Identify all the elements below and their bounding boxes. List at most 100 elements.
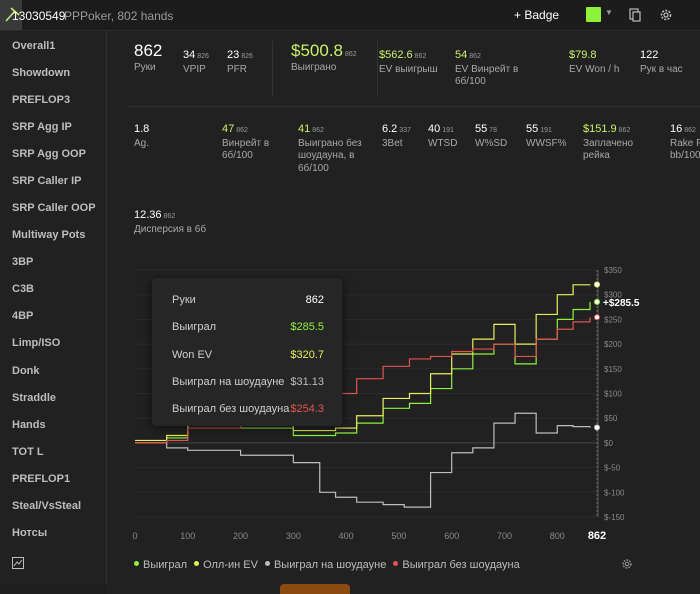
tooltip-row: Won EV $320.7: [172, 349, 324, 361]
stat-count: 826: [197, 53, 209, 60]
tooltip-row: Выиграл без шоудауна $254.3: [172, 403, 324, 415]
legend-dot: [264, 561, 270, 566]
top-bar: 13030549 PPPoker, 802 hands + Badge ▼: [0, 0, 700, 31]
tooltip-label: Выиграл без шоудауна: [172, 403, 290, 415]
stat-value: 55: [526, 123, 539, 135]
sidebar-item[interactable]: Hands: [12, 419, 46, 431]
legend-dot: [194, 561, 200, 566]
stat-count: 862: [618, 127, 631, 134]
stat-cell: 34 826 VPIP: [183, 49, 209, 76]
stat-cell: 54 862 EV Винрейт в 6б/100: [455, 49, 530, 89]
tooltip-value: $285.5: [290, 321, 324, 333]
sidebar-item[interactable]: TOT L: [12, 446, 44, 458]
stat-value: 34: [183, 49, 196, 61]
stat-label: EV Винрейт в 6б/100: [455, 63, 519, 88]
sidebar-item[interactable]: PREFLOP3: [12, 94, 70, 106]
chart-legend: Выиграл Олл-ин EV Выиграл на шоудауне Выигр…: [134, 559, 527, 573]
sidebar-item[interactable]: Multiway Pots: [12, 229, 85, 241]
stat-cell: 55 191 WWSF%: [526, 123, 571, 150]
sidebar-item[interactable]: C3B: [12, 283, 34, 295]
player-id: 13030549: [12, 9, 66, 23]
sidebar-item[interactable]: Overall1: [12, 40, 55, 52]
stat-count: 862: [163, 213, 176, 220]
stat-count: 862: [414, 53, 427, 60]
stat-cell: $562.6 862 EV выигрыш: [379, 49, 438, 76]
stat-cell: 16 862 Rake P bb/100: [670, 123, 700, 163]
sidebar-item[interactable]: SRP Caller OOP: [12, 202, 96, 214]
player-subtitle: PPPoker, 802 hands: [64, 9, 174, 23]
sidebar-item[interactable]: Straddle: [12, 392, 56, 404]
stat-cell: 41 862 Выиграно без шоудауна, в 6б/100: [298, 123, 368, 175]
sidebar-item[interactable]: Showdown: [12, 67, 70, 79]
stat-value: 40: [428, 123, 441, 135]
legend-dot: [393, 561, 399, 566]
stat-count: 78: [489, 127, 498, 134]
stat-cell: 6.2 337 3Bet: [382, 123, 427, 150]
tooltip-label: Выиграл: [172, 321, 217, 333]
legend-label: Выиграл: [143, 559, 188, 571]
stat-value: 41: [298, 123, 311, 135]
stat-count: 826: [241, 53, 253, 60]
sidebar-item[interactable]: PREFLOP1: [12, 473, 70, 485]
stat-value: 16: [670, 123, 683, 135]
legend-label: Выиграл без шоудауна: [402, 559, 520, 571]
stat-value: 12.36: [134, 209, 162, 221]
gear-icon[interactable]: [658, 7, 674, 23]
stat-label: Ag.: [134, 137, 150, 149]
stat-label: W%SD: [475, 137, 508, 149]
stat-cell: 47 862 Винрейт в 6б/100: [222, 123, 284, 163]
stat-cell: 862 Руки: [134, 42, 164, 74]
sidebar: Overall1 Showdown PREFLOP3 SRP Agg IP SRP Ag…: [0, 31, 107, 584]
divider: [127, 106, 700, 107]
sidebar-item[interactable]: 4BP: [12, 310, 33, 322]
tooltip-label: Выиграл на шоудауне: [172, 376, 285, 388]
stat-cell: $151.9 862 Заплачено рейка: [583, 123, 645, 163]
sidebar-item[interactable]: Limp/ISO: [12, 337, 60, 349]
stat-value: 54: [455, 49, 468, 61]
legend-label: Выиграл на шоудауне: [273, 559, 387, 571]
stat-count: 862: [236, 127, 248, 134]
add-badge-button[interactable]: + Badge: [514, 8, 559, 22]
image-icon[interactable]: [12, 557, 24, 569]
color-swatch[interactable]: [586, 7, 601, 22]
chevron-down-icon[interactable]: ▼: [605, 8, 613, 17]
stat-count: 191: [540, 127, 552, 134]
legend-item[interactable]: Олл-ин EV: [194, 559, 258, 571]
stat-label: WWSF%: [526, 137, 567, 149]
tooltip-label: Руки: [172, 294, 196, 306]
stat-label: Выиграно без шоудауна, в 6б/100: [298, 137, 362, 174]
stat-count: 862: [469, 53, 481, 60]
stat-label: EV Won / h: [569, 63, 620, 75]
stat-value: 47: [222, 123, 235, 135]
stat-value: 122: [640, 49, 659, 61]
legend-item[interactable]: Выиграл: [134, 559, 187, 571]
stat-value: $151.9: [583, 123, 617, 135]
stat-count: 862: [684, 127, 696, 134]
sidebar-item[interactable]: SRP Caller IP: [12, 175, 82, 187]
legend-item[interactable]: Выиграл без шоудауна: [393, 559, 520, 571]
tooltip-value: 862: [305, 294, 324, 306]
stat-count: 191: [442, 127, 454, 134]
gear-icon[interactable]: [620, 557, 634, 571]
stat-label: WTSD: [428, 137, 458, 149]
sidebar-item[interactable]: SRP Agg IP: [12, 121, 72, 133]
sidebar-item[interactable]: Нотсы: [12, 527, 47, 539]
stat-label: VPIP: [183, 63, 206, 75]
legend-item[interactable]: Выиграл на шоудауне: [264, 559, 387, 571]
stat-cell: $79.8 EV Won / h: [569, 49, 619, 76]
stat-label: 3Bet: [382, 137, 403, 149]
sidebar-item[interactable]: Steal/VsSteal: [12, 500, 81, 512]
tooltip-label: Won EV: [172, 349, 213, 361]
sidebar-item[interactable]: SRP Agg OOP: [12, 148, 86, 160]
tooltip-value: $254.3: [290, 403, 324, 415]
stat-value: 23: [227, 49, 240, 61]
tooltip-value: $31.13: [290, 376, 324, 388]
stat-label: Выиграно: [291, 61, 337, 73]
tooltip-row: Руки 862: [172, 294, 324, 306]
sidebar-item[interactable]: Donk: [12, 365, 40, 377]
sidebar-item[interactable]: 3BP: [12, 256, 33, 268]
copy-icon[interactable]: [627, 7, 643, 23]
tooltip-row: Выиграл на шоудауне $31.13: [172, 376, 324, 388]
stat-count: 862: [345, 51, 357, 58]
stat-value: 862: [134, 41, 163, 60]
